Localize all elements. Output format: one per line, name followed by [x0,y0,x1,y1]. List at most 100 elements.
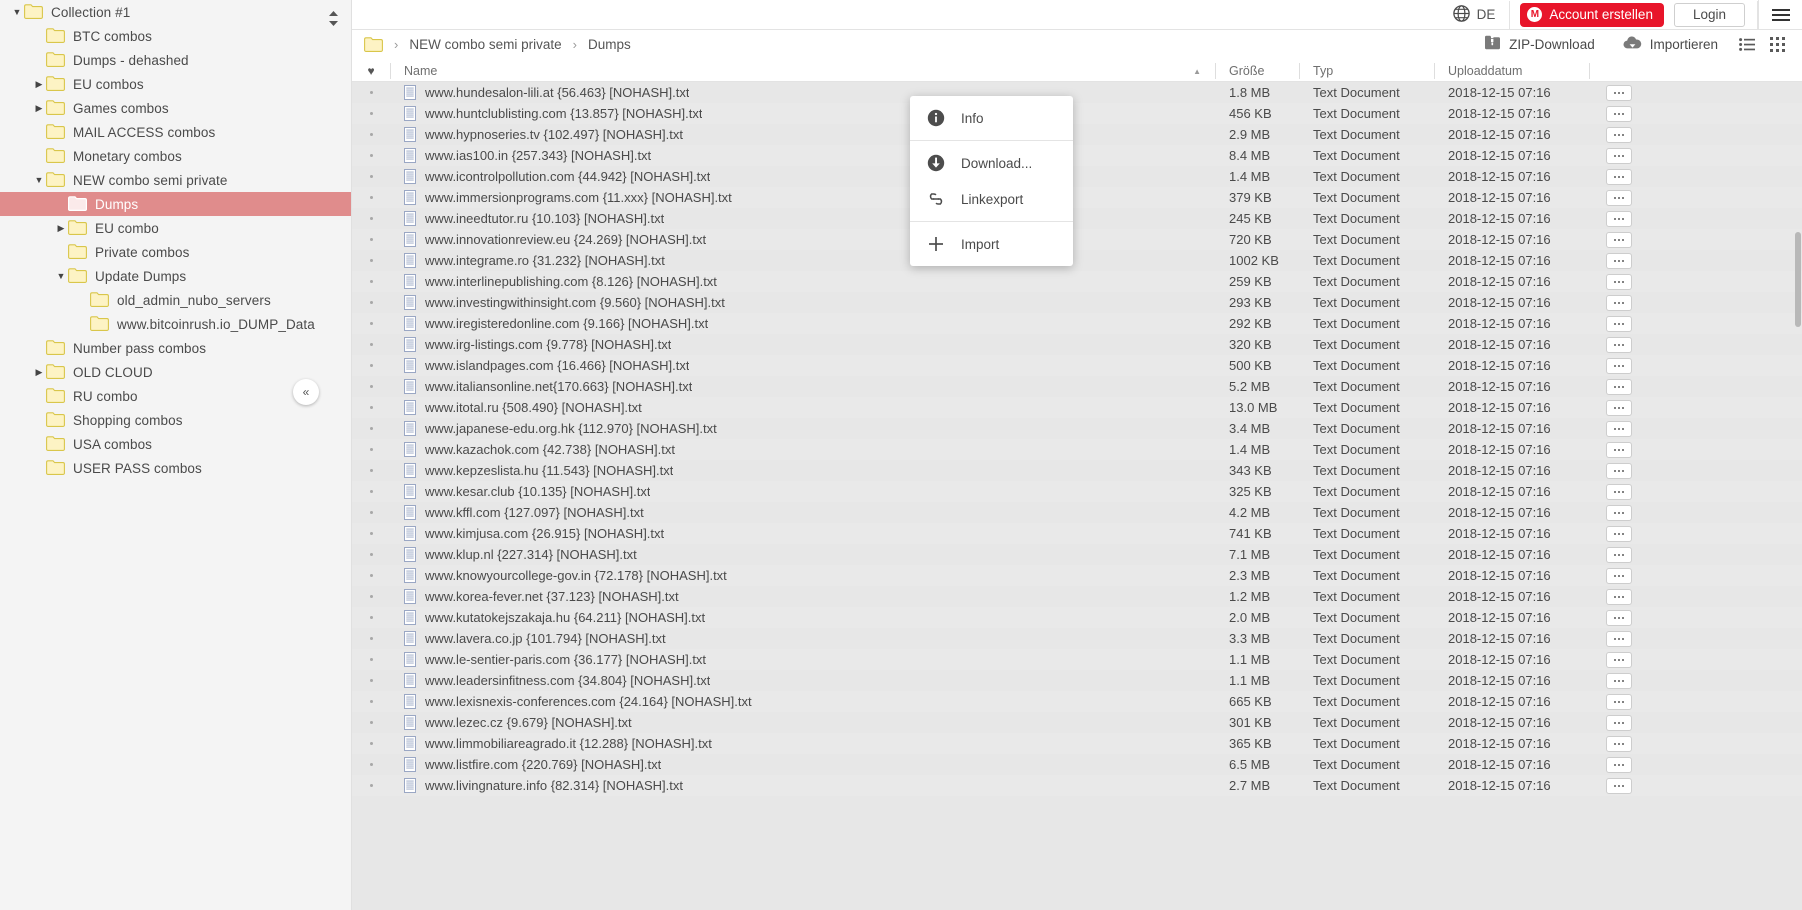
ellipsis-icon[interactable] [1606,673,1632,689]
context-menu-item-info[interactable]: Info [910,100,1073,136]
row-name-cell[interactable]: www.kutatokejszakaja.hu {64.211} [NOHASH… [390,607,1215,628]
table-row[interactable]: www.leadersinfitness.com {34.804} [NOHAS… [352,670,1802,691]
table-row[interactable]: www.immersionprograms.com {11.xxx} [NOHA… [352,187,1802,208]
table-row[interactable]: www.korea-fever.net {37.123} [NOHASH].tx… [352,586,1802,607]
table-row[interactable]: www.kffl.com {127.097} [NOHASH].txt4.2 M… [352,502,1802,523]
table-row[interactable]: www.irg-listings.com {9.778} [NOHASH].tx… [352,334,1802,355]
ellipsis-icon[interactable] [1606,253,1632,269]
login-button[interactable]: Login [1674,3,1745,27]
row-favorite-toggle[interactable] [352,292,390,313]
scrollbar-thumb[interactable] [1795,232,1801,327]
file-table-body[interactable]: www.hundesalon-lili.at {56.463} [NOHASH]… [352,82,1802,910]
folder-tree-item-mail-access-combos[interactable]: MAIL ACCESS combos [0,120,351,144]
row-name-cell[interactable]: www.lavera.co.jp {101.794} [NOHASH].txt [390,628,1215,649]
table-row[interactable]: www.huntclublisting.com {13.857} [NOHASH… [352,103,1802,124]
row-name-cell[interactable]: www.japanese-edu.org.hk {112.970} [NOHAS… [390,418,1215,439]
row-favorite-toggle[interactable] [352,166,390,187]
ellipsis-icon[interactable] [1606,421,1632,437]
ellipsis-icon[interactable] [1606,778,1632,794]
row-name-cell[interactable]: www.innovationreview.eu {24.269} [NOHASH… [390,229,1215,250]
table-row[interactable]: www.lezec.cz {9.679} [NOHASH].txt301 KBT… [352,712,1802,733]
ellipsis-icon[interactable] [1606,232,1632,248]
row-favorite-toggle[interactable] [352,271,390,292]
table-row[interactable]: www.itotal.ru {508.490} [NOHASH].txt13.0… [352,397,1802,418]
folder-tree-item-user-pass-combos[interactable]: USER PASS combos [0,456,351,480]
row-name-cell[interactable]: www.le-sentier-paris.com {36.177} [NOHAS… [390,649,1215,670]
column-header-size[interactable]: Größe [1215,60,1299,82]
table-row[interactable]: www.kimjusa.com {26.915} [NOHASH].txt741… [352,523,1802,544]
table-row[interactable]: www.limmobiliareagrado.it {12.288} [NOHA… [352,733,1802,754]
ellipsis-icon[interactable] [1606,337,1632,353]
table-row[interactable]: www.japanese-edu.org.hk {112.970} [NOHAS… [352,418,1802,439]
import-button[interactable]: Importieren [1609,31,1732,59]
row-favorite-toggle[interactable] [352,544,390,565]
row-favorite-toggle[interactable] [352,649,390,670]
row-name-cell[interactable]: www.lezec.cz {9.679} [NOHASH].txt [390,712,1215,733]
table-row[interactable]: www.ineedtutor.ru {10.103} [NOHASH].txt2… [352,208,1802,229]
row-favorite-toggle[interactable] [352,502,390,523]
table-row[interactable]: www.italiansonline.net{170.663} [NOHASH]… [352,376,1802,397]
row-name-cell[interactable]: www.ias100.in {257.343} [NOHASH].txt [390,145,1215,166]
row-favorite-toggle[interactable] [352,313,390,334]
folder-tree-item-collection-1[interactable]: ▼Collection #1 [0,0,351,24]
ellipsis-icon[interactable] [1606,568,1632,584]
row-name-cell[interactable]: www.listfire.com {220.769} [NOHASH].txt [390,754,1215,775]
chevron-right-icon[interactable]: ▶ [54,221,68,235]
row-name-cell[interactable]: www.kffl.com {127.097} [NOHASH].txt [390,502,1215,523]
grid-view-icon[interactable] [1762,31,1792,59]
row-favorite-toggle[interactable] [352,103,390,124]
zip-download-button[interactable]: ZIP-Download [1470,31,1609,59]
ellipsis-icon[interactable] [1606,757,1632,773]
folder-tree-item-update-dumps[interactable]: ▼Update Dumps [0,264,351,288]
row-name-cell[interactable]: www.kepzeslista.hu {11.543} [NOHASH].txt [390,460,1215,481]
ellipsis-icon[interactable] [1606,505,1632,521]
row-name-cell[interactable]: www.klup.nl {227.314} [NOHASH].txt [390,544,1215,565]
row-name-cell[interactable]: www.kesar.club {10.135} [NOHASH].txt [390,481,1215,502]
ellipsis-icon[interactable] [1606,526,1632,542]
ellipsis-icon[interactable] [1606,694,1632,710]
row-name-cell[interactable]: www.ineedtutor.ru {10.103} [NOHASH].txt [390,208,1215,229]
row-favorite-toggle[interactable] [352,187,390,208]
ellipsis-icon[interactable] [1606,589,1632,605]
ellipsis-icon[interactable] [1606,547,1632,563]
table-row[interactable]: www.livingnature.info {82.314} [NOHASH].… [352,775,1802,796]
table-row[interactable]: www.icontrolpollution.com {44.942} [NOHA… [352,166,1802,187]
row-name-cell[interactable]: www.hypnoseries.tv {102.497} [NOHASH].tx… [390,124,1215,145]
table-row[interactable]: www.hypnoseries.tv {102.497} [NOHASH].tx… [352,124,1802,145]
row-favorite-toggle[interactable] [352,145,390,166]
folder-tree-item-usa-combos[interactable]: USA combos [0,432,351,456]
row-favorite-toggle[interactable] [352,691,390,712]
row-name-cell[interactable]: www.islandpages.com {16.466} [NOHASH].tx… [390,355,1215,376]
row-favorite-toggle[interactable] [352,523,390,544]
ellipsis-icon[interactable] [1606,484,1632,500]
ellipsis-icon[interactable] [1606,631,1632,647]
row-favorite-toggle[interactable] [352,397,390,418]
row-favorite-toggle[interactable] [352,82,390,103]
folder-tree-item-www-bitcoinrush-io-dump-data[interactable]: www.bitcoinrush.io_DUMP_Data [0,312,351,336]
table-row[interactable]: www.investingwithinsight.com {9.560} [NO… [352,292,1802,313]
table-row[interactable]: www.hundesalon-lili.at {56.463} [NOHASH]… [352,82,1802,103]
folder-tree-item-number-pass-combos[interactable]: Number pass combos [0,336,351,360]
ellipsis-icon[interactable] [1606,358,1632,374]
table-row[interactable]: www.iregisteredonline.com {9.166} [NOHAS… [352,313,1802,334]
list-view-icon[interactable] [1732,31,1762,59]
table-row[interactable]: www.kepzeslista.hu {11.543} [NOHASH].txt… [352,460,1802,481]
row-favorite-toggle[interactable] [352,355,390,376]
table-row[interactable]: www.interlinepublishing.com {8.126} [NOH… [352,271,1802,292]
table-row[interactable]: www.lavera.co.jp {101.794} [NOHASH].txt3… [352,628,1802,649]
folder-tree-item-dumps[interactable]: Dumps [0,192,351,216]
folder-tree-item-eu-combos[interactable]: ▶EU combos [0,72,351,96]
row-name-cell[interactable]: www.leadersinfitness.com {34.804} [NOHAS… [390,670,1215,691]
ellipsis-icon[interactable] [1606,463,1632,479]
row-favorite-toggle[interactable] [352,565,390,586]
folder-tree-item-eu-combo[interactable]: ▶EU combo [0,216,351,240]
folder-tree-item-btc-combos[interactable]: BTC combos [0,24,351,48]
ellipsis-icon[interactable] [1606,715,1632,731]
row-favorite-toggle[interactable] [352,775,390,796]
ellipsis-icon[interactable] [1606,295,1632,311]
row-favorite-toggle[interactable] [352,418,390,439]
table-row[interactable]: www.kazachok.com {42.738} [NOHASH].txt1.… [352,439,1802,460]
create-account-button[interactable]: M Account erstellen [1520,3,1664,27]
row-name-cell[interactable]: www.irg-listings.com {9.778} [NOHASH].tx… [390,334,1215,355]
row-name-cell[interactable]: www.korea-fever.net {37.123} [NOHASH].tx… [390,586,1215,607]
